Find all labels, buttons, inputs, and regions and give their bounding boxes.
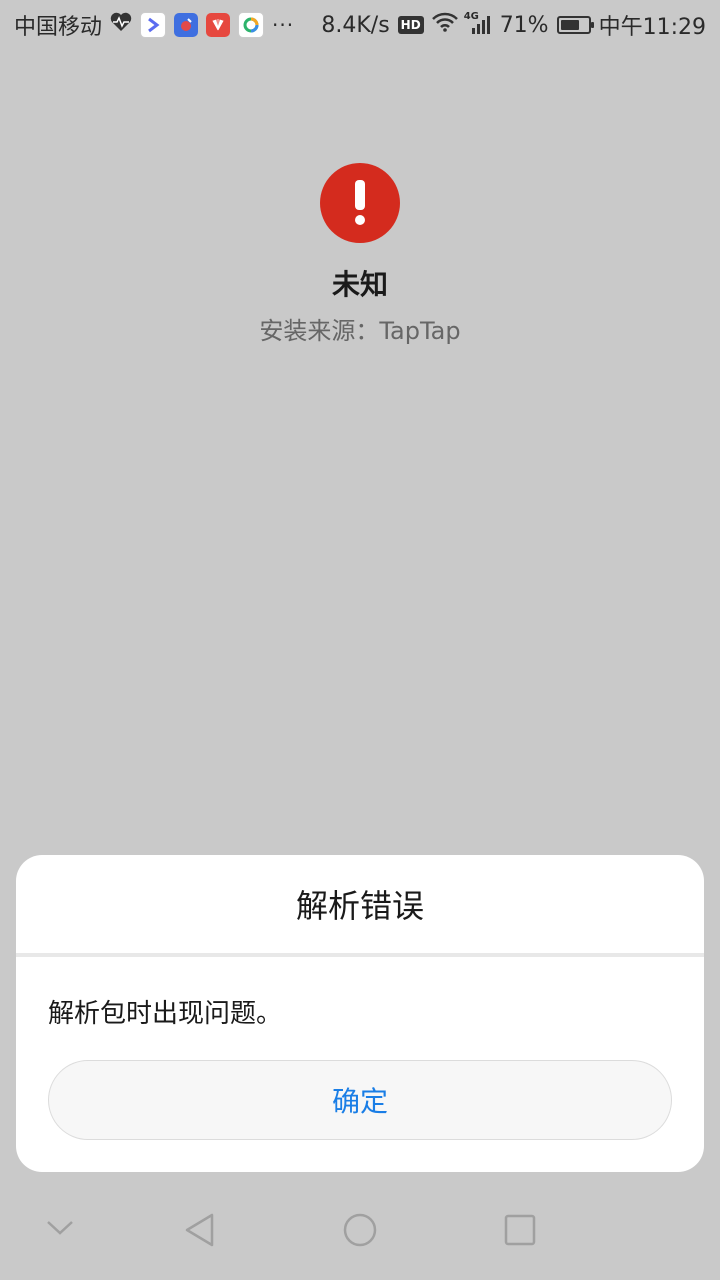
screen: 中国移动 ··· 8.4K/s HD 4G 71% 中午11:29 未知 安装来… — [0, 0, 720, 1280]
huawei-icon — [206, 13, 231, 37]
cellular-signal-icon: 4G — [464, 11, 492, 35]
wifi-icon — [431, 12, 458, 38]
battery-icon — [556, 16, 594, 34]
app-notification-icon-1 — [140, 12, 167, 38]
health-icon — [110, 12, 132, 38]
dialog-title: 解析错误 — [295, 887, 424, 925]
install-source: 安装来源：TapTap — [259, 317, 461, 345]
app-name: 未知 — [331, 268, 388, 301]
back-icon[interactable] — [176, 1206, 224, 1254]
app-notification-icon-4 — [238, 12, 265, 38]
app-info: 未知 安装来源：TapTap — [0, 163, 720, 346]
home-icon[interactable] — [336, 1206, 384, 1254]
status-bar-left: 中国移动 ··· — [14, 9, 294, 41]
dialog-message: 解析包时出现问题。 — [48, 999, 283, 1029]
ok-button[interactable]: 确定 — [48, 1060, 672, 1140]
error-alert-icon — [320, 163, 400, 243]
hd-icon: HD — [397, 16, 424, 34]
battery-fill — [560, 20, 579, 30]
status-bar: 中国移动 ··· 8.4K/s HD 4G 71% 中午11:29 — [0, 0, 720, 50]
more-notifications-icon: ··· — [272, 13, 295, 37]
app-notification-icon-2 — [174, 13, 199, 37]
carrier-name: 中国移动 — [14, 15, 103, 40]
chevron-down-icon[interactable] — [40, 1208, 80, 1248]
network-speed: 8.4K/s — [321, 12, 390, 38]
parse-error-dialog: 解析错误 解析包时出现问题。 确定 — [16, 855, 704, 1172]
network-type: 4G — [463, 11, 479, 22]
clock: 中午11:29 — [598, 15, 706, 40]
status-bar-right: 8.4K/s HD 4G 71% 中午11:29 — [321, 9, 706, 41]
recents-icon[interactable] — [496, 1206, 544, 1254]
navigation-bar — [0, 1184, 720, 1280]
battery-percent: 71% — [499, 12, 549, 38]
